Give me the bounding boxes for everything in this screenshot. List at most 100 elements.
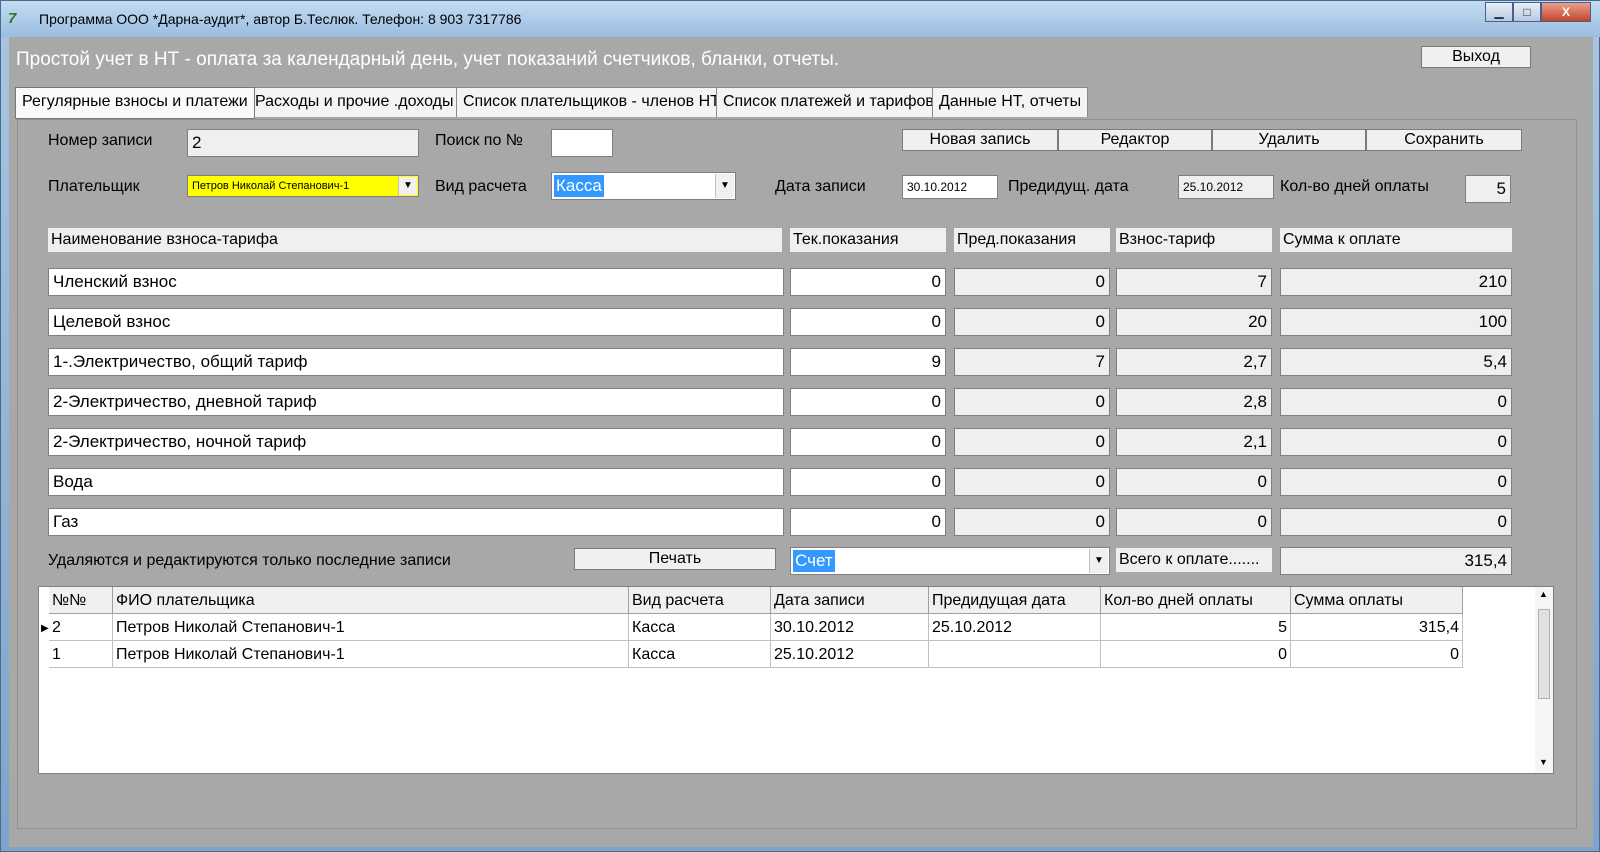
record-no-field[interactable]: 2: [187, 129, 419, 157]
tariff-sum-field[interactable]: 0: [1280, 508, 1512, 536]
grid-header-date[interactable]: Дата записи: [771, 587, 929, 614]
doc-type-select[interactable]: Счет ▼: [790, 547, 1110, 575]
grid-cell: 30.10.2012: [771, 614, 929, 641]
exit-button[interactable]: Выход: [1421, 46, 1531, 68]
tab-tariffs-list[interactable]: Список платежей и тарифов: [716, 87, 941, 117]
record-date-label: Дата записи: [775, 178, 866, 195]
title-bar[interactable]: 7 Программа ООО *Дарна-аудит*, автор Б.Т…: [1, 1, 1600, 37]
grid-cell: 1: [49, 641, 113, 668]
app-icon: 7: [8, 10, 17, 27]
edit-note: Удаляются и редактируются только последн…: [48, 552, 451, 569]
edit-button[interactable]: Редактор: [1058, 129, 1212, 151]
payer-select[interactable]: Петров Николай Степанович-1 ▼: [187, 175, 419, 197]
grid-header-name[interactable]: ФИО плательщика: [113, 587, 629, 614]
doc-type-select-value: Счет: [793, 550, 835, 572]
tariff-header-sum: Сумма к оплате: [1280, 228, 1512, 252]
grid-cell: 2: [49, 614, 113, 641]
tariff-rate-field[interactable]: 2,8: [1116, 388, 1272, 416]
search-label: Поиск по №: [435, 132, 523, 149]
tariff-previous-field[interactable]: 0: [954, 268, 1110, 296]
delete-button[interactable]: Удалить: [1212, 129, 1366, 151]
maximize-icon[interactable]: □: [1513, 2, 1541, 22]
tariff-current-field[interactable]: 0: [790, 268, 946, 296]
payer-label: Плательщик: [48, 178, 140, 195]
calc-type-select-value: Касса: [554, 175, 604, 197]
tariff-previous-field[interactable]: 0: [954, 308, 1110, 336]
close-icon[interactable]: X: [1541, 2, 1591, 22]
print-button[interactable]: Печать: [574, 548, 776, 570]
grid-cell: Касса: [629, 614, 771, 641]
tariff-previous-field[interactable]: 0: [954, 468, 1110, 496]
grid-header-sum[interactable]: Сумма оплаты: [1291, 587, 1463, 614]
tariff-current-field[interactable]: 0: [790, 508, 946, 536]
grid-cell: Петров Николай Степанович-1: [113, 614, 629, 641]
tariff-current-field[interactable]: 0: [790, 428, 946, 456]
prev-date-field[interactable]: 25.10.2012: [1178, 175, 1274, 199]
scroll-up-icon[interactable]: ▲: [1539, 589, 1548, 599]
tab-expenses[interactable]: Расходы и прочие .доходы: [248, 87, 461, 117]
save-button[interactable]: Сохранить: [1366, 129, 1522, 151]
grid-header-prev-date[interactable]: Предидущая дата: [929, 587, 1101, 614]
tariff-rate-field[interactable]: 0: [1116, 508, 1272, 536]
tab-regular-payments[interactable]: Регулярные взносы и платежи: [15, 87, 255, 119]
tariff-name-field[interactable]: Целевой взнос: [48, 308, 784, 336]
tab-reports[interactable]: Данные НТ, отчеты: [932, 87, 1089, 117]
payments-grid[interactable]: №№ ФИО плательщика Вид расчета Дата запи…: [38, 586, 1554, 774]
tariff-name-field[interactable]: Газ: [48, 508, 784, 536]
grid-header-days[interactable]: Кол-во дней оплаты: [1101, 587, 1291, 614]
minimize-icon[interactable]: ▁: [1485, 2, 1513, 22]
grid-cell: Петров Николай Степанович-1: [113, 641, 629, 668]
chevron-down-icon[interactable]: ▼: [398, 177, 417, 195]
grid-cell: 5: [1101, 614, 1291, 641]
tariff-name-field[interactable]: 2-Электричество, дневной тариф: [48, 388, 784, 416]
calc-type-select[interactable]: Касса ▼: [551, 172, 736, 200]
grid-header-calc-type[interactable]: Вид расчета: [629, 587, 771, 614]
new-record-button[interactable]: Новая запись: [902, 129, 1058, 151]
tariff-sum-field[interactable]: 100: [1280, 308, 1512, 336]
tariff-header-current: Тек.показания: [790, 228, 946, 252]
tariff-sum-field[interactable]: 0: [1280, 428, 1512, 456]
grid-scrollbar[interactable]: ▲ ▼: [1535, 587, 1553, 773]
tariff-current-field[interactable]: 0: [790, 308, 946, 336]
calc-type-label: Вид расчета: [435, 178, 527, 195]
tariff-name-field[interactable]: Членский взнос: [48, 268, 784, 296]
tariff-name-field[interactable]: 2-Электричество, ночной тариф: [48, 428, 784, 456]
tariff-current-field[interactable]: 9: [790, 348, 946, 376]
days-label: Кол-во дней оплаты: [1280, 178, 1429, 195]
tariff-sum-field[interactable]: 0: [1280, 468, 1512, 496]
total-label: Всего к оплате.......: [1116, 548, 1272, 572]
tariff-previous-field[interactable]: 0: [954, 428, 1110, 456]
record-date-field[interactable]: 30.10.2012: [902, 175, 998, 199]
total-field[interactable]: 315,4: [1280, 547, 1512, 575]
grid-cell: 0: [1101, 641, 1291, 668]
chevron-down-icon[interactable]: ▼: [1089, 549, 1108, 573]
tariff-header-name: Наименование взноса-тарифа: [48, 228, 782, 252]
search-input[interactable]: [551, 129, 613, 157]
tariff-sum-field[interactable]: 210: [1280, 268, 1512, 296]
app-window: 7 Программа ООО *Дарна-аудит*, автор Б.Т…: [0, 0, 1600, 852]
tariff-previous-field[interactable]: 0: [954, 508, 1110, 536]
tariff-current-field[interactable]: 0: [790, 468, 946, 496]
regular-payments-panel: Номер записи 2 Поиск по № Новая запись Р…: [17, 119, 1577, 829]
window-title: Программа ООО *Дарна-аудит*, автор Б.Тес…: [39, 11, 522, 27]
tab-payers-list[interactable]: Список плательщиков - членов НТ: [456, 87, 727, 117]
grid-header-no[interactable]: №№: [49, 587, 113, 614]
client-area: Простой учет в НТ - оплата за календарны…: [9, 37, 1593, 847]
tariff-rate-field[interactable]: 7: [1116, 268, 1272, 296]
tariff-name-field[interactable]: Вода: [48, 468, 784, 496]
tariff-rate-field[interactable]: 2,7: [1116, 348, 1272, 376]
tariff-previous-field[interactable]: 0: [954, 388, 1110, 416]
tariff-sum-field[interactable]: 5,4: [1280, 348, 1512, 376]
tariff-name-field[interactable]: 1-.Электричество, общий тариф: [48, 348, 784, 376]
tariff-current-field[interactable]: 0: [790, 388, 946, 416]
scroll-thumb[interactable]: [1538, 609, 1550, 699]
tariff-rate-field[interactable]: 0: [1116, 468, 1272, 496]
tariff-rate-field[interactable]: 20: [1116, 308, 1272, 336]
tariff-previous-field[interactable]: 7: [954, 348, 1110, 376]
tariff-rate-field[interactable]: 2,1: [1116, 428, 1272, 456]
days-field[interactable]: 5: [1465, 175, 1511, 203]
scroll-down-icon[interactable]: ▼: [1539, 757, 1548, 767]
tariff-sum-field[interactable]: 0: [1280, 388, 1512, 416]
grid-cell: 315,4: [1291, 614, 1463, 641]
chevron-down-icon[interactable]: ▼: [715, 174, 734, 198]
